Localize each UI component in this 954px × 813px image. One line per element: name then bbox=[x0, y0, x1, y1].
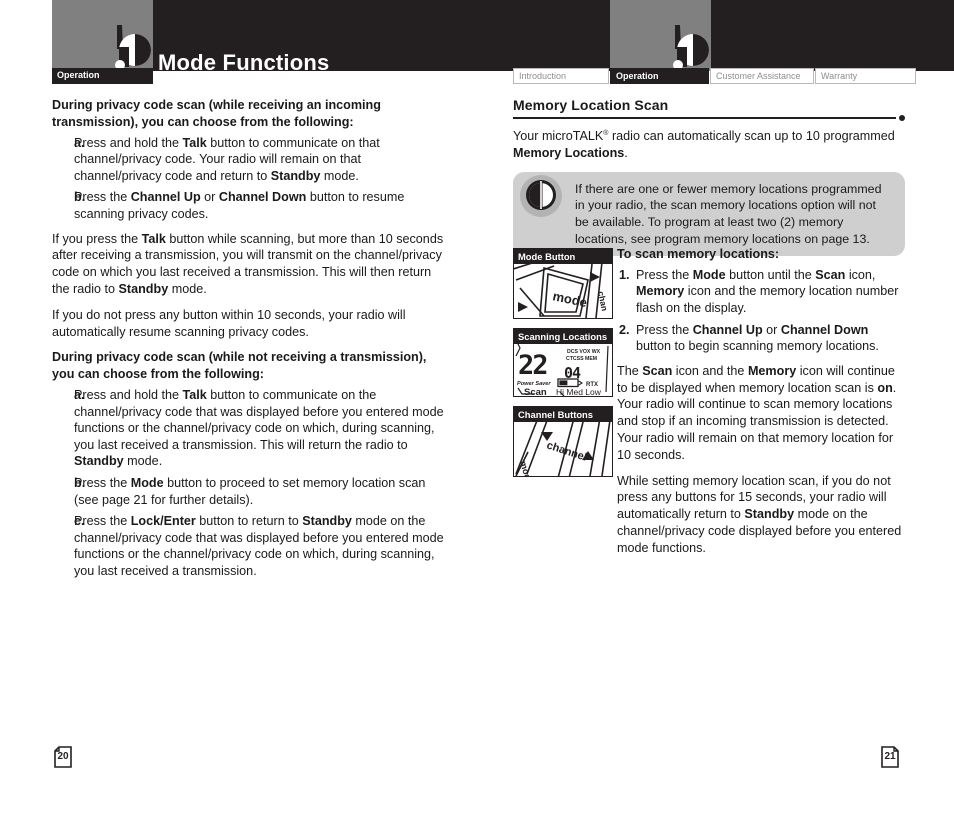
note-callout: If there are one or fewer memory locatio… bbox=[513, 171, 905, 257]
right-paragraph-1: The Scan icon and the Memory icon will c… bbox=[617, 363, 897, 462]
mode-button-line-art: mode chan bbox=[514, 264, 610, 318]
left-section1-steps: a. Press and hold the Talk button to com… bbox=[52, 135, 444, 223]
instructions-steps: 1. Press the Mode button until the Scan … bbox=[617, 267, 905, 355]
tab-customer-assistance[interactable]: Customer Assistance bbox=[710, 68, 814, 84]
left-column: During privacy code scan (while receivin… bbox=[52, 97, 444, 587]
figure-title: Scanning Locations bbox=[514, 329, 612, 344]
step-text: Press the Mode button to proceed to set … bbox=[74, 475, 426, 507]
right-column: Memory Location Scan Your microTALK® rad… bbox=[513, 97, 905, 269]
step-marker: a. bbox=[74, 387, 85, 402]
step-text: Press and hold the Talk button to commun… bbox=[74, 387, 444, 469]
right-paragraph-2: While setting memory location scan, if y… bbox=[617, 473, 902, 555]
step-marker: 2. bbox=[619, 322, 630, 337]
list-item: 2. Press the Channel Up or Channel Down … bbox=[617, 322, 905, 355]
tab-operation[interactable]: Operation bbox=[610, 68, 709, 84]
divider-line bbox=[513, 117, 896, 119]
step-text: Press the Channel Up or Channel Down but… bbox=[636, 322, 879, 354]
walkie-talkie-icon bbox=[115, 25, 151, 70]
section-divider bbox=[513, 114, 905, 123]
mode-button-illustration: mode chan bbox=[514, 264, 612, 318]
lcd-main-digits: 22 bbox=[518, 350, 547, 381]
step-text: Press the Mode button until the Scan ico… bbox=[636, 267, 899, 315]
step-text: Press and hold the Talk button to commun… bbox=[74, 135, 380, 183]
channel-buttons-line-art: channel mode bbox=[515, 422, 611, 476]
right-instructions-block: To scan memory locations: 1. Press the M… bbox=[617, 246, 905, 566]
tab-introduction[interactable]: Introduction bbox=[513, 68, 609, 84]
lcd-display-illustration: 22 04 DCS VOX WX CTCSS MEM Power Saver R… bbox=[514, 344, 612, 396]
figure-title: Channel Buttons bbox=[514, 407, 612, 422]
figure-mode-button: Mode Button mode chan bbox=[513, 248, 613, 319]
header-tab-operation-left: Operation bbox=[52, 68, 153, 84]
figure-scanning-locations: Scanning Locations 22 04 DCS VOX WX CTCS… bbox=[513, 328, 613, 397]
lcd-indicators-top: DCS VOX WX bbox=[567, 349, 601, 355]
lcd-line-art: 22 04 DCS VOX WX CTCSS MEM Power Saver R… bbox=[515, 344, 609, 396]
step-marker: b. bbox=[74, 475, 86, 490]
page-header: Mode Functions bbox=[0, 0, 954, 75]
mode-label: mode bbox=[551, 288, 588, 310]
figure-channel-buttons: Channel Buttons channel mode bbox=[513, 406, 613, 477]
page-number: 21 bbox=[884, 751, 896, 762]
channel-label: chan bbox=[596, 290, 610, 311]
instructions-lead: To scan memory locations: bbox=[617, 247, 780, 261]
channel-buttons-illustration: channel mode bbox=[514, 422, 612, 476]
left-section2-lead: During privacy code scan (while not rece… bbox=[52, 350, 427, 382]
lcd-levels: Hi Med Low bbox=[556, 387, 602, 396]
left-paragraph-1: If you press the Talk button while scann… bbox=[52, 231, 444, 296]
header-left-margin bbox=[0, 0, 52, 71]
note-callout-text: If there are one or fewer memory locatio… bbox=[575, 181, 882, 246]
walkie-talkie-icon bbox=[673, 25, 709, 70]
step-text: Press the Lock/Enter button to return to… bbox=[74, 514, 444, 578]
triangle-left-icon bbox=[518, 302, 528, 312]
list-item: c. Press the Lock/Enter button to return… bbox=[52, 513, 444, 579]
tab-warranty[interactable]: Warranty bbox=[815, 68, 916, 84]
page-marker-right: 21 bbox=[881, 746, 899, 768]
section-title: Memory Location Scan bbox=[513, 97, 669, 113]
triangle-up-icon bbox=[590, 272, 600, 282]
left-paragraph-2: If you do not press any button within 10… bbox=[52, 307, 406, 339]
page-marker-left: 20 bbox=[54, 746, 72, 768]
left-section1-lead: During privacy code scan (while receivin… bbox=[52, 98, 381, 129]
note-circle-icon bbox=[520, 174, 562, 217]
list-item: b. Press the Channel Up or Channel Down … bbox=[52, 189, 444, 222]
page-title: Mode Functions bbox=[158, 50, 330, 75]
list-item: b. Press the Mode button to proceed to s… bbox=[52, 475, 444, 508]
lcd-indicators-second: CTCSS MEM bbox=[566, 356, 597, 362]
section-tabs: Introduction Operation Customer Assistan… bbox=[513, 68, 917, 84]
list-item: a. Press and hold the Talk button to com… bbox=[52, 387, 444, 470]
step-marker: c. bbox=[74, 514, 85, 529]
left-section2-steps: a. Press and hold the Talk button to com… bbox=[52, 387, 444, 580]
divider-dot bbox=[899, 114, 905, 121]
page-number: 20 bbox=[57, 751, 69, 762]
figure-title: Mode Button bbox=[514, 249, 612, 264]
step-marker: 1. bbox=[619, 267, 630, 282]
right-intro-paragraph: Your microTALK® radio can automatically … bbox=[513, 129, 895, 160]
step-marker: a. bbox=[74, 135, 85, 150]
list-item: a. Press and hold the Talk button to com… bbox=[52, 135, 444, 185]
figure-column: Mode Button mode chan Scanning Locations… bbox=[513, 248, 613, 486]
list-item: 1. Press the Mode button until the Scan … bbox=[617, 267, 905, 317]
step-marker: b. bbox=[74, 190, 86, 205]
lcd-scan: Scan bbox=[524, 387, 547, 396]
step-text: Press the Channel Up or Channel Down but… bbox=[74, 190, 405, 221]
